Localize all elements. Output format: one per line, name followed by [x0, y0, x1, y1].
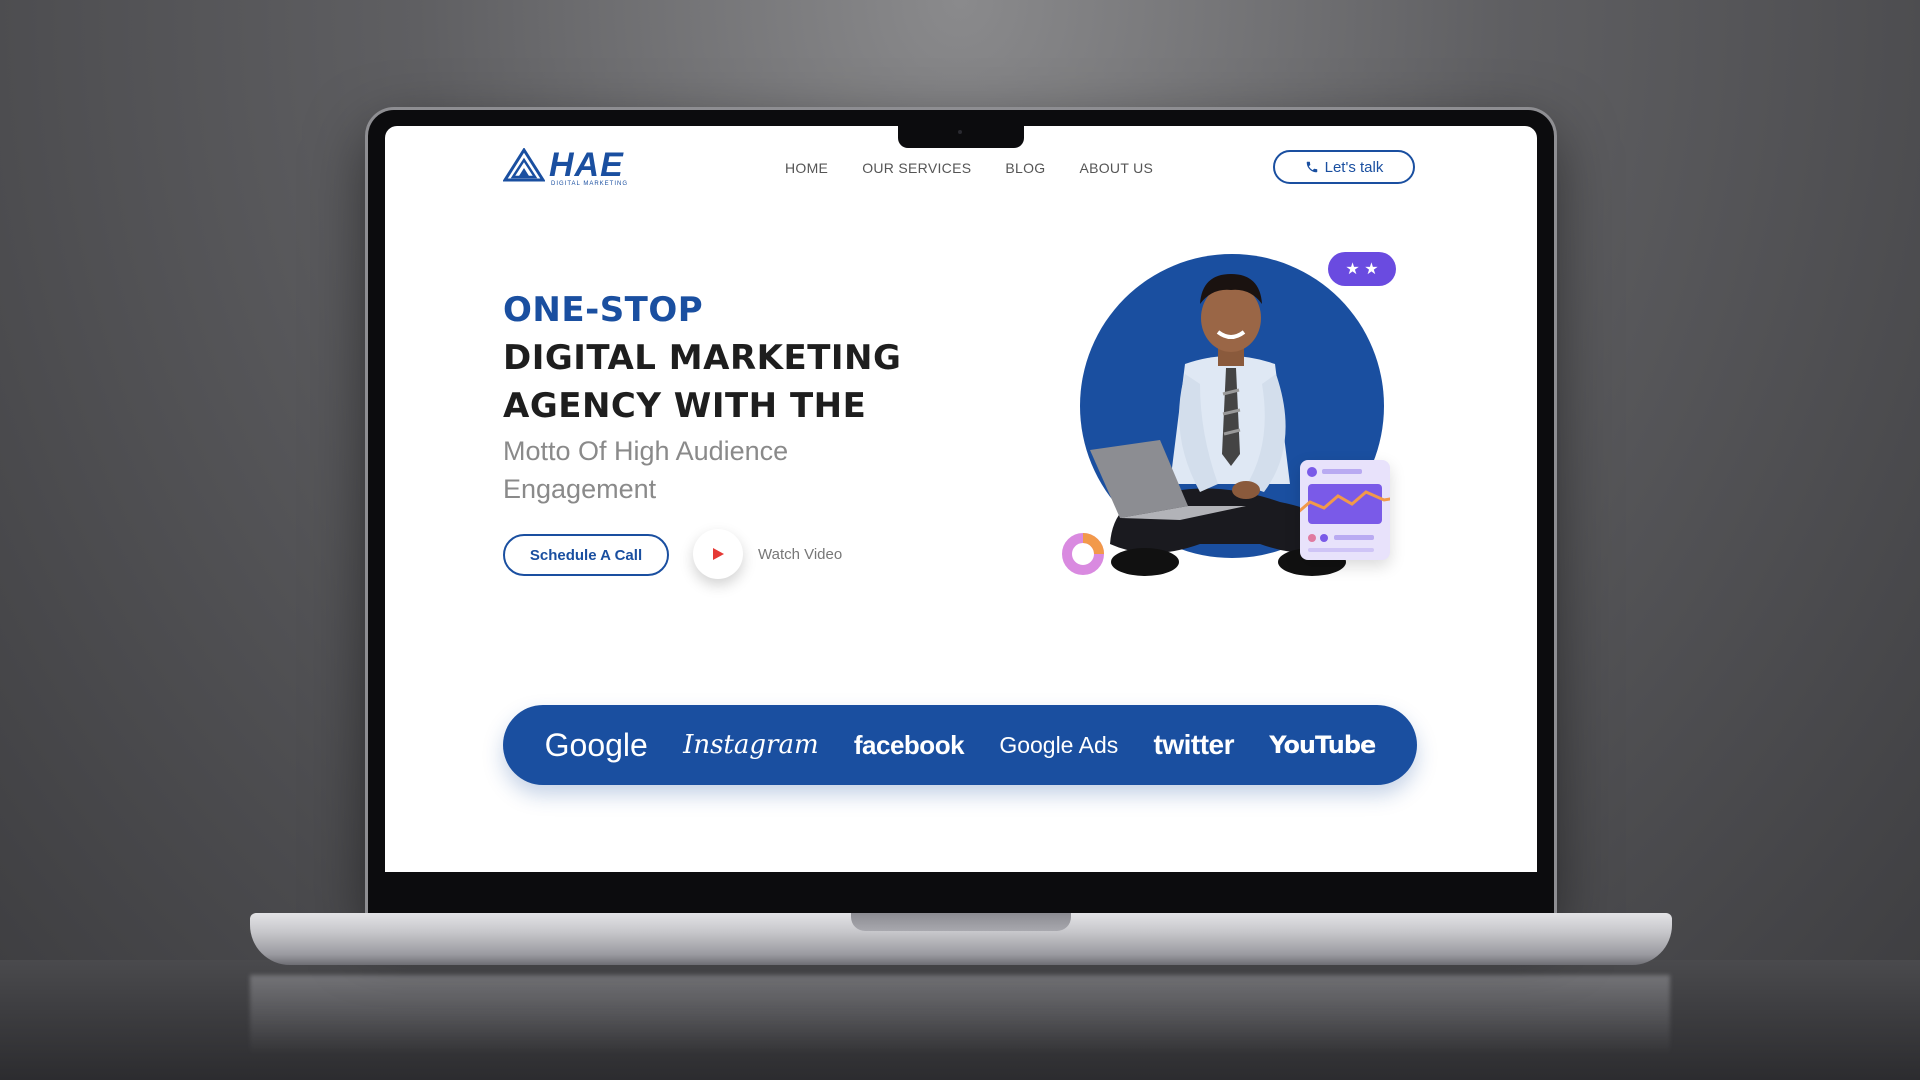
- watch-video-label[interactable]: Watch Video: [758, 546, 842, 563]
- analytics-card: [1295, 460, 1397, 560]
- phone-icon: [1306, 161, 1317, 173]
- logo-name: HAE: [549, 146, 624, 184]
- watch-video-button[interactable]: [693, 529, 743, 579]
- brand-twitter-logo: twitter: [1153, 729, 1235, 760]
- website-screen: HAE DIGITAL MARKETING HOME OUR SERVICES …: [385, 126, 1537, 872]
- nav-home[interactable]: HOME: [785, 160, 828, 176]
- hero-title-line-2: DIGITAL MARKETING: [503, 338, 902, 378]
- hero-title: ONE-STOP DIGITAL MARKETING AGENCY WITH T…: [503, 286, 901, 430]
- analytics-chart-icon: [1295, 467, 1397, 552]
- logo-tagline: DIGITAL MARKETING: [551, 181, 629, 187]
- nav-our-services[interactable]: OUR SERVICES: [862, 160, 971, 176]
- nav-about-us[interactable]: ABOUT US: [1079, 160, 1153, 176]
- hero-title-line-3: AGENCY WITH THE: [503, 386, 867, 426]
- surface-reflection: [250, 975, 1670, 1055]
- triangle-logo-icon: [503, 148, 545, 182]
- brand-google-logo: Google: [544, 726, 648, 763]
- brand-google-ads-logo: Google Ads: [999, 731, 1119, 758]
- brand-facebook-logo: facebook: [853, 729, 965, 760]
- brand-instagram-logo: Instagram: [683, 730, 819, 760]
- play-icon: [713, 548, 724, 560]
- camera-notch: [898, 124, 1024, 148]
- lets-talk-button[interactable]: Let's talk: [1273, 150, 1415, 184]
- schedule-call-button[interactable]: Schedule A Call: [503, 534, 669, 576]
- hero-subtitle: Motto Of High Audience Engagement: [503, 436, 789, 504]
- site-logo[interactable]: HAE DIGITAL MARKETING: [503, 146, 631, 188]
- donut-chart-icon: [1062, 533, 1104, 575]
- hero-illustration: ★ ★: [1050, 244, 1410, 604]
- hero-title-line-1: ONE-STOP: [503, 290, 704, 330]
- lets-talk-label: Let's talk: [1324, 158, 1384, 176]
- nav-blog[interactable]: BLOG: [1005, 160, 1045, 176]
- camera-icon: [958, 130, 962, 134]
- partner-brands-bar: Google Instagram facebook Google Ads twi…: [503, 705, 1417, 785]
- laptop-opening-notch: [851, 913, 1071, 931]
- main-nav: HOME OUR SERVICES BLOG ABOUT US: [785, 160, 1153, 176]
- brand-youtube-logo: YouTube: [1269, 731, 1376, 759]
